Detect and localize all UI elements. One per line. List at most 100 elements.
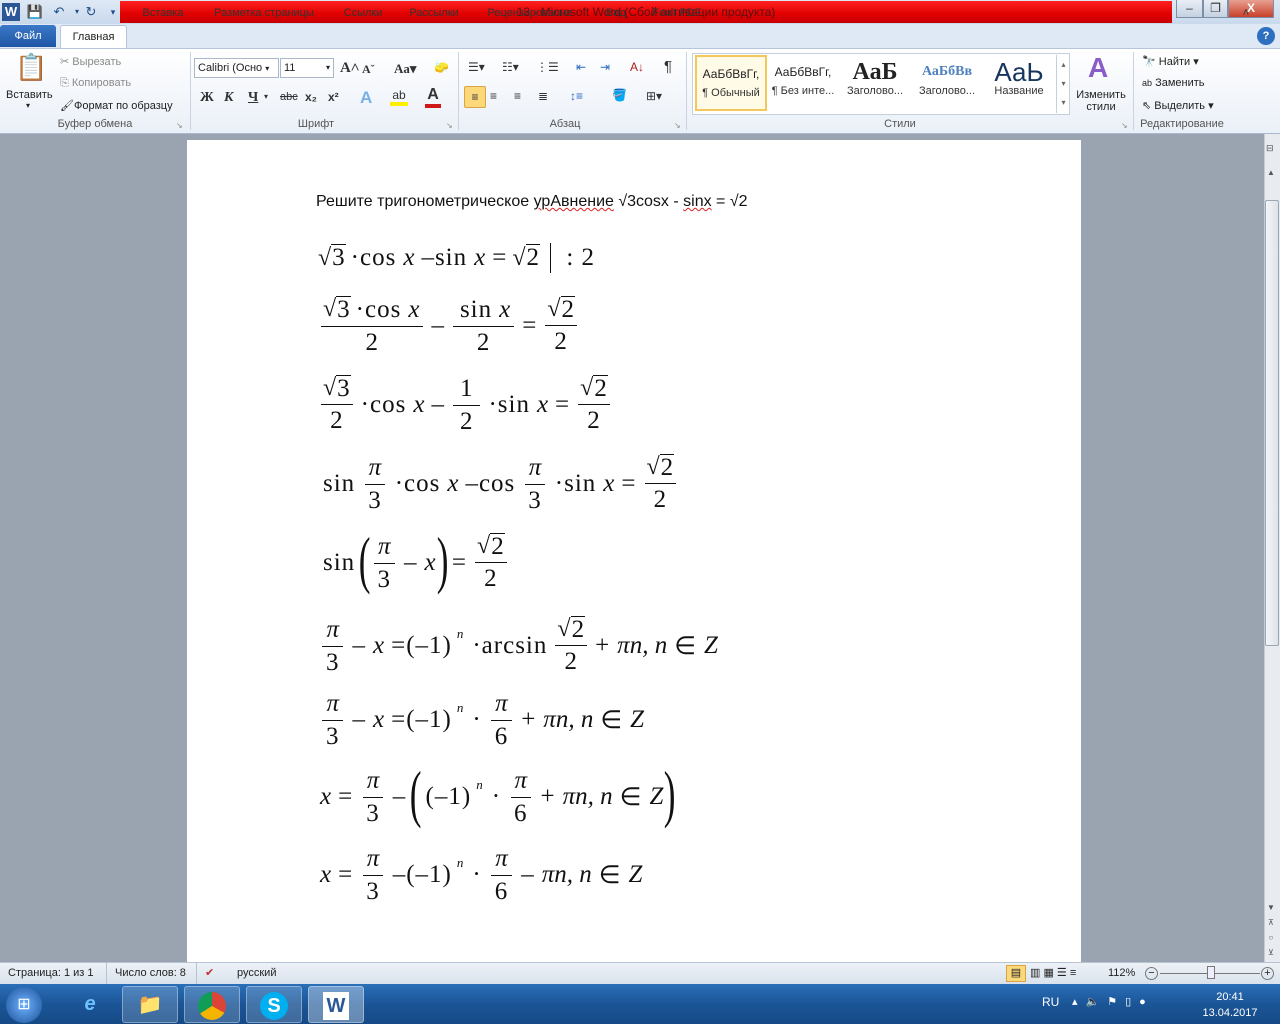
tab-foxit-pdf[interactable]: Foxit PDF [646,3,708,24]
tab-references[interactable]: Ссылки [336,3,390,24]
internet-explorer-icon[interactable]: e [62,986,118,1023]
cut-button[interactable]: ✂ Вырезать [60,55,121,68]
scroll-bottom-controls[interactable]: ▼ ⊼ ○ ⊻ [1267,900,1275,960]
style-title[interactable]: АаЬ Название [983,55,1055,111]
math-text: 2 [653,486,668,514]
underline-dropdown-icon[interactable]: ▾ [264,92,268,101]
format-painter-button[interactable]: 🖌Формат по образцу [60,99,173,112]
change-styles-icon[interactable]: A [1088,52,1108,84]
undo-icon[interactable]: ↶ [50,3,68,21]
divider [686,52,687,130]
redo-icon[interactable]: ↻ [82,3,100,21]
font-name-combo[interactable]: Calibri (Осно ▾ [194,58,279,78]
paste-dropdown-icon[interactable]: ▾ [26,101,30,110]
shading-icon[interactable]: 🪣 [612,88,627,102]
styles-scroll[interactable]: ▴ ▾ ▾ [1056,55,1070,113]
math-text: 2 [554,328,568,356]
align-right-button[interactable]: ≡ [514,89,521,103]
font-size-combo[interactable]: 11 ▾ [280,58,334,78]
justify-button[interactable]: ≣ [538,89,548,103]
zoom-out-button[interactable]: − [1145,967,1158,980]
paste-button[interactable]: Вставить [6,89,53,101]
zoom-in-button[interactable]: + [1261,967,1274,980]
collapse-ribbon-icon[interactable]: ˄ [1238,3,1254,24]
align-left-button[interactable]: ≡ [464,86,486,108]
tab-review[interactable]: Рецензирование [480,3,580,24]
strikethrough-button[interactable]: abc [280,91,298,103]
tab-view[interactable]: Вид [598,3,634,24]
tab-home[interactable]: Главная [60,25,127,49]
proofing-icon[interactable]: ✔ [196,963,214,984]
align-center-button[interactable]: ≡ [490,89,497,103]
subscript-button[interactable]: x₂ [305,90,317,104]
tab-insert[interactable]: Вставка [135,3,191,24]
borders-icon[interactable]: ⊞▾ [646,89,662,103]
italic-button[interactable]: К [224,90,234,106]
font-launcher-icon[interactable]: ↘ [446,121,453,130]
copy-button[interactable]: ⎘ Копировать [60,77,131,90]
change-case-button[interactable]: Aa▾ [394,61,416,77]
decrease-indent-icon[interactable]: ⇤ [576,60,586,74]
paste-icon[interactable]: 📋 [15,52,47,88]
increase-indent-icon[interactable]: ⇥ [600,60,610,74]
change-styles-button[interactable]: Изменить стили [1074,89,1128,113]
clipboard-launcher-icon[interactable]: ↘ [176,121,183,130]
zoom-slider-handle[interactable] [1207,966,1215,979]
math-variable: π [368,453,382,481]
find-button[interactable]: 🔭 Найти ▾ [1142,55,1199,68]
zoom-level[interactable]: 112% [1108,963,1135,984]
styles-launcher-icon[interactable]: ↘ [1121,121,1128,130]
shrink-font-button[interactable]: Aˇ [362,62,375,77]
show-formatting-icon[interactable]: ¶ [664,58,672,75]
math-text: ·sin [488,391,530,418]
bullets-icon[interactable]: ☰▾ [468,60,485,74]
style-no-spacing[interactable]: АаБбВвГг, ¶ Без инте... [767,55,839,111]
language[interactable]: русский [237,963,276,984]
grow-font-button[interactable]: A˄ [340,60,359,77]
explorer-icon[interactable]: 📁 [122,986,178,1023]
style-normal[interactable]: АаБбВвГг, ¶ Обычный [695,55,767,111]
help-icon[interactable]: ? [1257,27,1275,45]
view-buttons[interactable]: ▥ ▦ ☰ ≡ [1030,963,1076,984]
superscript-button[interactable]: x² [328,90,339,104]
skype-icon[interactable]: S [246,986,302,1023]
math-text: sin [323,470,356,497]
word-count[interactable]: Число слов: 8 [106,963,186,984]
clear-formatting-icon[interactable]: 🧽 [434,60,449,74]
math-text: ·sin [554,470,597,497]
word-taskbar-icon[interactable]: W [308,986,364,1023]
sort-icon[interactable]: A↓ [630,60,644,74]
maximize-button[interactable]: ❐ [1203,0,1228,18]
multilevel-list-icon[interactable]: ⋮☰ [536,60,559,74]
page-count[interactable]: Страница: 1 из 1 [8,963,94,984]
style-heading-2[interactable]: АаБбВв Заголово... [911,55,983,111]
print-layout-icon[interactable]: ▤ [1006,965,1026,982]
paragraph-launcher-icon[interactable]: ↘ [674,121,681,130]
minimize-button[interactable]: – [1176,0,1203,18]
scroll-thumb[interactable] [1265,200,1279,646]
bold-button[interactable]: Ж [200,90,214,106]
underline-button[interactable]: Ч [248,90,258,106]
highlight-icon[interactable]: ab [390,88,408,106]
chrome-icon[interactable] [184,986,240,1023]
text-effects-icon[interactable]: A [360,88,372,108]
fraction: √ 2 2 [545,295,578,356]
numbering-icon[interactable]: ☷▾ [502,60,519,74]
style-heading-1[interactable]: АаБ Заголово... [839,55,911,111]
replace-button[interactable]: ab Заменить [1142,77,1205,89]
start-button[interactable]: ⊞ [6,987,42,1023]
tab-page-layout[interactable]: Разметка страницы [205,3,323,24]
line-spacing-icon[interactable]: ↕≡ [570,89,583,103]
select-button[interactable]: ⇖ Выделить ▾ [1142,99,1214,112]
math-text: 3 [326,722,340,750]
input-language[interactable]: RU [1042,995,1059,1009]
tab-mailings[interactable]: Рассылки [403,3,465,24]
tab-file[interactable]: Файл [0,25,56,47]
ruler-toggle-icon[interactable]: ⊟ [1266,143,1274,154]
tray-icons[interactable]: ▴🔈⚑▯● [1072,995,1154,1008]
equation-line: sin π 3 ·cos x –cos π 3 ·sin x = √ 2 2 [318,454,679,515]
clock[interactable]: 20:41 13.04.2017 [1190,989,1270,1021]
save-icon[interactable]: 💾 [26,3,44,21]
font-color-icon[interactable]: A [425,86,441,108]
scroll-up-icon[interactable]: ▲ [1267,168,1275,177]
